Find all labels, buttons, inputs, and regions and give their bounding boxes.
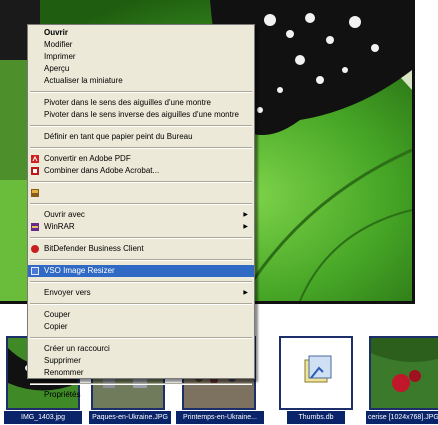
menu-separator — [30, 303, 252, 305]
menu-item-label: Définir en tant que papier peint du Bure… — [44, 132, 193, 141]
thumbnail-caption[interactable]: Thumbs.db — [287, 411, 345, 424]
menu-separator — [30, 259, 252, 261]
submenu-arrow-icon: ▶ — [243, 224, 248, 230]
menu-item-label: Pivoter dans le sens inverse des aiguill… — [44, 110, 239, 119]
menu-separator — [30, 203, 252, 205]
menu-item-pivoter-dans-le-sens-inverse-des-aiguilles-d-une-montre[interactable]: Pivoter dans le sens inverse des aiguill… — [28, 109, 254, 121]
menu-item-label: Imprimer — [44, 52, 76, 61]
thumbnail-image[interactable] — [369, 336, 438, 410]
menu-item-actualiser-la-miniature[interactable]: Actualiser la miniature — [28, 75, 254, 87]
menu-item-couper[interactable]: Couper — [28, 309, 254, 321]
thumbnail-caption[interactable]: Paques-en-Ukraine.JPG — [89, 411, 171, 424]
menu-item-label: Renommer — [44, 368, 84, 377]
bitdefender-icon — [31, 245, 39, 253]
menu-item-supprimer[interactable]: Supprimer — [28, 355, 254, 367]
menu-item-label: Aperçu — [44, 64, 70, 73]
menu-item-creer-un-raccourci[interactable]: Créer un raccourci — [28, 343, 254, 355]
menu-item-label: Pivoter dans le sens des aiguilles d'une… — [44, 98, 211, 107]
menu-item-convertir-en-adobe-pdf[interactable]: Convertir en Adobe PDF — [28, 153, 254, 165]
menu-item-envoyer-vers[interactable]: Envoyer vers ▶ — [28, 287, 254, 299]
context-menu: Ouvrir Modifier Imprimer Aperçu Actualiser l… — [27, 24, 255, 399]
menu-item-label: Ouvrir avec — [44, 210, 85, 219]
winrar-icon — [31, 223, 39, 231]
menu-item-modifier[interactable]: Modifier — [28, 39, 254, 51]
menu-item-label: WinRAR — [44, 222, 75, 231]
menu-item-apercu[interactable]: Aperçu — [28, 63, 254, 75]
menu-item-pivoter-dans-le-sens-des-aiguilles-d-une-montre[interactable]: Pivoter dans le sens des aiguilles d'une… — [28, 97, 254, 109]
menu-item-winrar[interactable]: WinRAR ▶ — [28, 221, 254, 233]
menu-separator — [30, 147, 252, 149]
menu-item-vso-image-resizer[interactable]: VSO Image Resizer — [28, 265, 254, 277]
menu-item-copier[interactable]: Copier — [28, 321, 254, 333]
menu-item-label: Actualiser la miniature — [44, 76, 123, 85]
menu-item-label: Combiner dans Adobe Acrobat... — [44, 166, 160, 175]
menu-item-bitdefender-business-client[interactable]: BitDefender Business Client — [28, 243, 254, 255]
menu-item-combiner-dans-adobe-acrobat[interactable]: Combiner dans Adobe Acrobat... — [28, 165, 254, 177]
menu-item-label: Envoyer vers — [44, 288, 91, 297]
menu-separator — [30, 281, 252, 283]
menu-item-label: Supprimer — [44, 356, 81, 365]
thumbnail-caption[interactable]: IMG_1403.jpg — [4, 411, 82, 424]
menu-item-ouvrir-avec[interactable]: Ouvrir avec ▶ — [28, 209, 254, 221]
menu-separator — [30, 91, 252, 93]
thumbnail-caption[interactable]: Printemps-en-Ukraine... — [176, 411, 264, 424]
menu-separator — [30, 337, 252, 339]
thumbnail-file[interactable] — [279, 336, 353, 410]
adobe-acrobat-icon — [31, 167, 39, 175]
menu-item-ouvrir[interactable]: Ouvrir — [28, 27, 254, 39]
menu-item-extension[interactable] — [28, 187, 254, 199]
menu-item-label: Copier — [44, 322, 68, 331]
menu-item-imprimer[interactable]: Imprimer — [28, 51, 254, 63]
menu-item-label: VSO Image Resizer — [44, 266, 115, 275]
menu-item-label: BitDefender Business Client — [44, 244, 144, 253]
menu-item-label: Créer un raccourci — [44, 344, 110, 353]
menu-item-label: Couper — [44, 310, 71, 319]
thumbnail-caption[interactable]: cerise [1024x768].JPG — [366, 411, 438, 424]
menu-item-definir-en-tant-que-papier-peint-du-bureau[interactable]: Définir en tant que papier peint du Bure… — [28, 131, 254, 143]
database-file-icon — [281, 338, 351, 408]
menu-separator — [30, 125, 252, 127]
submenu-arrow-icon: ▶ — [243, 212, 248, 218]
menu-separator — [30, 383, 252, 385]
menu-item-label: Modifier — [44, 40, 73, 49]
menu-item-proprietes[interactable]: Propriétés — [28, 389, 254, 401]
menu-separator — [30, 181, 252, 183]
menu-item-renommer[interactable]: Renommer — [28, 367, 254, 379]
submenu-arrow-icon: ▶ — [243, 290, 248, 296]
vso-image-resizer-icon — [31, 267, 39, 275]
menu-item-label: Convertir en Adobe PDF — [44, 154, 131, 163]
menu-item-label: Propriétés — [44, 390, 81, 399]
menu-item-label: Ouvrir — [44, 28, 69, 37]
shell-extension-icon — [31, 189, 39, 197]
adobe-pdf-icon — [31, 155, 39, 163]
menu-separator — [30, 237, 252, 239]
